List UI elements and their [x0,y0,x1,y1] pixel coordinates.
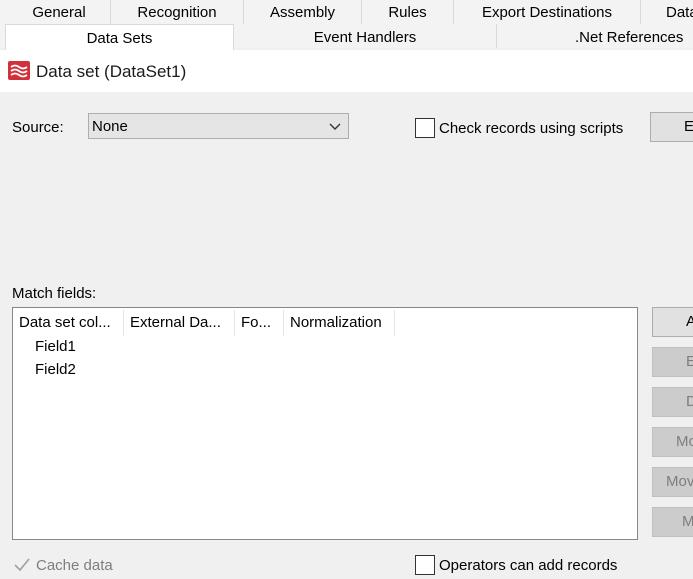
column-header-data-set-column[interactable]: Data set col... [13,310,124,336]
check-records-checkbox[interactable] [415,118,435,138]
panel-header: Data set (DataSet1) [0,50,693,92]
tab-data[interactable]: Data [641,0,693,24]
tab-net-references[interactable]: .Net References [497,24,693,48]
source-dropdown[interactable]: None [88,113,349,139]
tab-event-handlers[interactable]: Event Handlers [234,24,497,48]
tab-recognition[interactable]: Recognition [111,0,244,24]
tab-row-bottom: Data Sets Event Handlers .Net References [0,24,693,50]
cache-data-checkbox[interactable] [12,555,32,575]
tab-row-top: General Recognition Assembly Rules Expor… [0,0,693,24]
operators-add-checkbox[interactable] [415,555,435,575]
tab-export-destinations[interactable]: Export Destinations [454,0,641,24]
tab-rules[interactable]: Rules [362,0,454,24]
edit-field-button[interactable]: E [652,347,693,377]
column-header-normalization[interactable]: Normalization [284,310,395,336]
tab-assembly[interactable]: Assembly [244,0,362,24]
page-title: Data set (DataSet1) [36,62,187,81]
move-up-button[interactable]: Mo [652,427,693,457]
add-field-button[interactable]: A [652,307,693,337]
more-button[interactable]: M [652,507,693,537]
tab-data-sets[interactable]: Data Sets [5,24,234,50]
edit-script-button[interactable]: E [650,112,693,142]
match-fields-list[interactable]: Data set col... External Da... Fo... Nor… [12,307,638,540]
list-item[interactable]: Field2 [35,361,76,378]
tab-general[interactable]: General [8,0,111,24]
move-down-button[interactable]: Mov [652,467,693,497]
delete-field-button[interactable]: D [652,387,693,417]
operators-add-label: Operators can add records [439,557,618,574]
source-value: None [92,118,128,135]
match-fields-label: Match fields: [12,285,97,302]
checkmark-icon [14,558,30,572]
dataset-icon [8,61,30,80]
column-header-external-data[interactable]: External Da... [124,310,235,336]
cache-data-label: Cache data [36,557,113,574]
check-records-label: Check records using scripts [439,120,624,137]
list-item[interactable]: Field1 [35,338,76,355]
column-header-format[interactable]: Fo... [235,310,284,336]
chevron-down-icon [328,120,342,132]
source-label: Source: [12,119,64,136]
